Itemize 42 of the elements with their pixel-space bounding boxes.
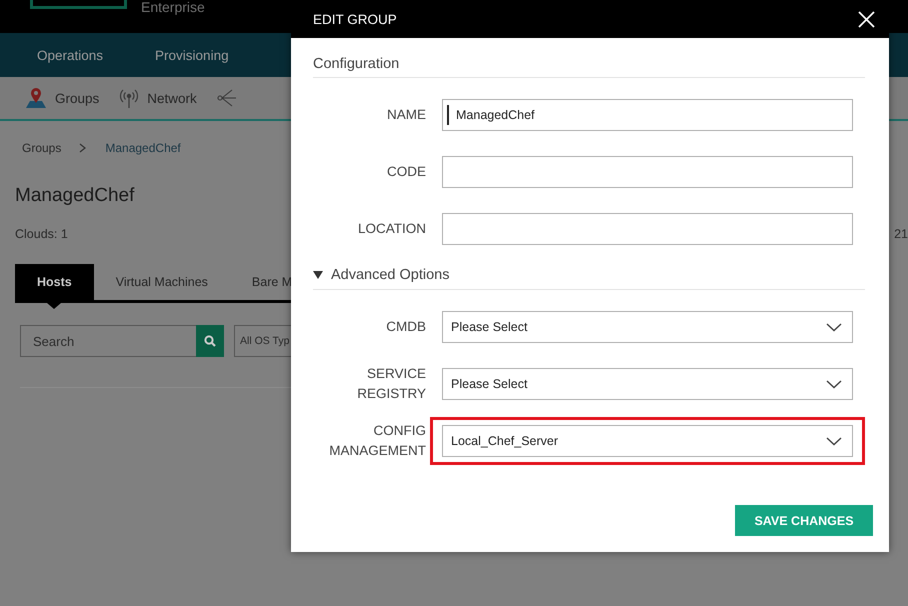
field-label: NAME	[386, 106, 426, 124]
summary-text: 21	[894, 227, 908, 241]
breadcrumb-link[interactable]: ManagedChef	[105, 141, 181, 155]
search-field[interactable]: Search	[20, 325, 196, 357]
antenna-icon[interactable]	[119, 87, 140, 109]
chevron-down-icon	[826, 380, 842, 388]
search-button[interactable]	[196, 325, 224, 357]
nav-item[interactable]: Operations	[37, 48, 104, 62]
save-changes-button[interactable]: SAVE CHANGES	[735, 505, 873, 536]
select-dropdown[interactable]: Please Select	[442, 311, 853, 343]
tab[interactable]: Virtual Machines	[94, 264, 230, 300]
field-label: CMDB	[385, 318, 426, 336]
field-label: CONFIG MANAGEMENT	[328, 422, 426, 460]
text-field[interactable]	[442, 156, 853, 188]
map-pin-icon[interactable]	[25, 87, 47, 109]
field-label: CODE	[386, 163, 426, 181]
select-dropdown[interactable]: Please Select	[442, 368, 853, 400]
logo-icon	[30, 0, 127, 9]
chevron-icon	[79, 143, 88, 153]
chevron-down-icon	[826, 436, 842, 446]
section-heading: Configuration	[313, 56, 865, 78]
dialog-title: EDIT GROUP	[313, 12, 397, 26]
tab[interactable]: Bare M	[230, 264, 292, 300]
page-title: ManagedChef	[15, 185, 136, 207]
text-field[interactable]	[442, 213, 853, 245]
close-icon	[858, 10, 875, 28]
brand-subtitle: Enterprise	[141, 0, 205, 14]
chevron-down-icon	[826, 322, 842, 332]
search-icon	[204, 335, 216, 347]
expand-triangle-icon[interactable]	[313, 271, 323, 279]
close-button[interactable]	[858, 10, 875, 28]
field-label: SERVICE REGISTRY	[356, 365, 426, 403]
breadcrumb-link[interactable]: Groups	[22, 141, 62, 155]
clouds-count: Clouds: 1	[15, 227, 68, 241]
subnav-item[interactable]: Network	[147, 90, 197, 106]
text-field[interactable]: ManagedChef	[442, 99, 853, 131]
select-dropdown[interactable]: Local_Chef_Server	[442, 425, 853, 457]
field-label: LOCATION	[356, 220, 426, 238]
share-icon[interactable]	[216, 87, 237, 109]
subnav-item[interactable]: Groups	[55, 90, 100, 106]
section-toggle[interactable]: Advanced Options	[331, 267, 450, 283]
nav-item[interactable]: Provisioning	[155, 48, 229, 62]
